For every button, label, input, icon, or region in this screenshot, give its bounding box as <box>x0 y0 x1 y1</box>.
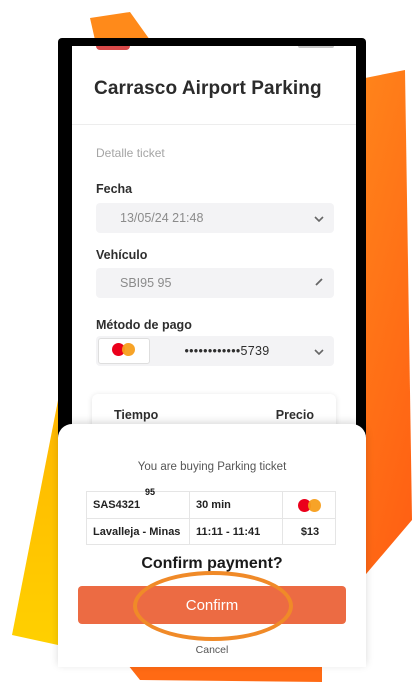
location-cell: Lavalleja - Minas <box>87 519 190 545</box>
header-divider <box>72 124 356 125</box>
time-range-cell: 11:11 - 11:41 <box>190 519 283 545</box>
sheet-subtitle: You are buying Parking ticket <box>137 461 287 473</box>
date-label: Fecha <box>96 182 133 196</box>
confirm-sheet: You are buying Parking ticket SAS4321 30… <box>58 424 366 667</box>
app-screen: Carrasco Airport Parking Detalle ticket … <box>72 46 356 458</box>
mastercard-icon <box>283 492 337 518</box>
date-value: 13/05/24 21:48 <box>120 211 204 225</box>
plate-cell: SAS4321 <box>87 492 190 518</box>
confirm-button[interactable]: Confirm <box>78 586 346 624</box>
duration-cell: 30 min <box>190 492 283 518</box>
time-label: Tiempo <box>114 408 159 422</box>
price-cell: $13 <box>300 526 320 538</box>
date-select[interactable]: 13/05/24 21:48 <box>96 203 334 233</box>
status-indicator <box>96 46 130 50</box>
card-number: ••••••••••••5739 <box>184 344 270 358</box>
status-icons <box>298 46 334 48</box>
payment-method-select[interactable]: ••••••••••••5739 <box>96 336 334 366</box>
overlay-number: 95 <box>145 487 156 497</box>
ticket-section-label: Detalle ticket <box>96 146 165 160</box>
orange-shape-top <box>90 12 150 40</box>
vehicle-field[interactable]: SBI95 95 <box>96 268 334 298</box>
chevron-down-icon <box>304 344 334 358</box>
vehicle-label: Vehículo <box>96 248 148 262</box>
payment-method-label: Método de pago <box>96 318 192 332</box>
vehicle-value: SBI95 95 <box>120 276 172 290</box>
ticket-summary-table: SAS4321 30 min Lavalleja - Minas 11:11 -… <box>86 491 336 545</box>
page-title: Carrasco Airport Parking <box>94 78 322 99</box>
cancel-button[interactable]: Cancel <box>58 644 366 656</box>
price-label: Precio <box>275 408 314 422</box>
mastercard-logo <box>98 338 150 364</box>
table-row: Lavalleja - Minas 11:11 - 11:41 $13 <box>87 519 335 546</box>
pencil-icon[interactable] <box>304 276 334 290</box>
table-row: SAS4321 30 min <box>87 492 335 519</box>
confirm-question: Confirm payment? <box>141 555 283 572</box>
chevron-down-icon <box>304 211 334 225</box>
